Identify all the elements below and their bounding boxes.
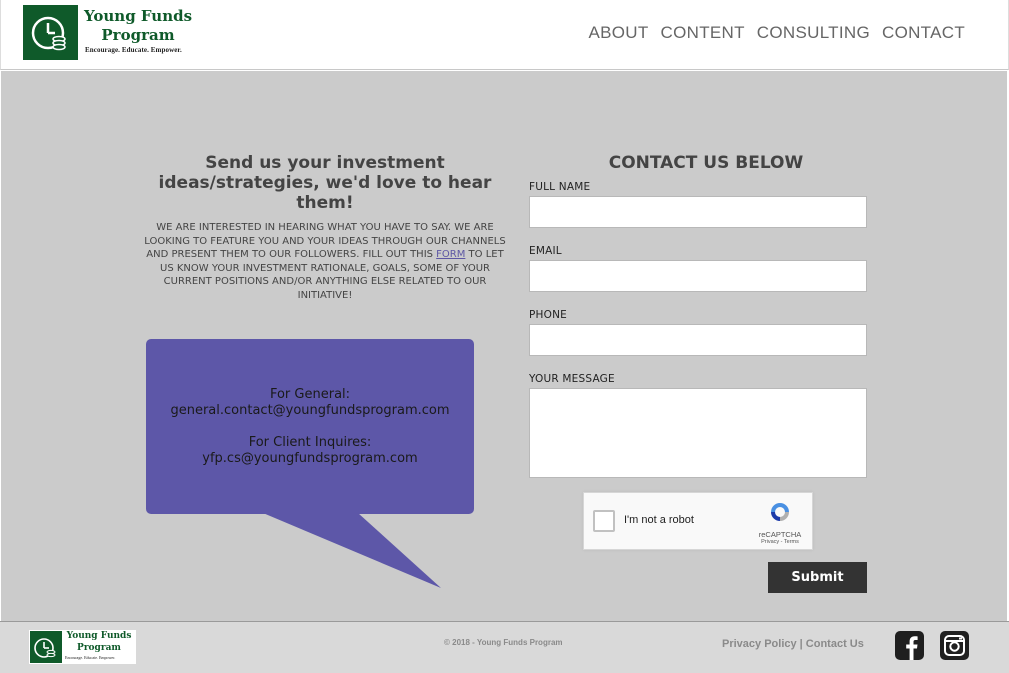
recaptcha-widget: I'm not a robot reCAPTCHA Privacy - Term…	[583, 492, 813, 550]
logo-clock-icon	[23, 5, 78, 60]
logo-title-line1: Young Funds	[83, 7, 193, 25]
recaptcha-label: I'm not a robot	[624, 514, 694, 526]
nav-consulting[interactable]: CONSULTING	[757, 23, 870, 43]
client-email[interactable]: yfp.cs@youngfundsprogram.com	[202, 451, 417, 467]
recaptcha-logo: reCAPTCHA Privacy - Terms	[758, 500, 802, 545]
nav-content[interactable]: CONTENT	[661, 23, 745, 43]
recaptcha-brand: reCAPTCHA	[758, 530, 802, 539]
phone-label: PHONE	[529, 309, 567, 321]
site-logo[interactable]: Young Funds Program Encourage. Educate. …	[23, 4, 193, 62]
contact-form: CONTACT US BELOW FULL NAME EMAIL PHONE Y…	[529, 153, 867, 495]
site-header: Young Funds Program Encourage. Educate. …	[0, 0, 1009, 70]
speech-bubble-tail	[263, 513, 441, 588]
phone-input[interactable]	[529, 324, 867, 356]
footer-links[interactable]: Privacy Policy | Contact Us	[722, 638, 864, 650]
footer-logo-title-line1: Young Funds	[66, 631, 132, 641]
form-title: CONTACT US BELOW	[608, 153, 804, 173]
footer-logo-title: Young Funds Program	[62, 631, 136, 654]
footer-logo-tagline: Encourage. Educate. Empower.	[65, 655, 116, 660]
ideas-body: We are interested in hearing what you ha…	[137, 221, 513, 303]
message-label: YOUR MESSAGE	[529, 373, 615, 385]
client-label: For Client Inquires:	[248, 434, 372, 450]
email-input[interactable]	[529, 260, 867, 292]
nav-contact[interactable]: CONTACT	[882, 23, 965, 43]
logo-title: Young Funds Program	[83, 7, 193, 45]
recaptcha-checkbox[interactable]	[593, 510, 615, 532]
instagram-icon[interactable]	[940, 631, 969, 660]
footer-logo-clock-icon	[30, 631, 62, 663]
main-nav: ABOUT CONTENT CONSULTING CONTACT	[588, 23, 965, 43]
footer-logo[interactable]: Young Funds Program Encourage. Educate. …	[29, 630, 136, 664]
full-name-label: FULL NAME	[529, 181, 591, 193]
message-textarea[interactable]	[529, 388, 867, 478]
contact-section: Send us your investment ideas/strategies…	[1, 71, 1007, 621]
general-label: For General:	[269, 386, 351, 402]
recaptcha-links[interactable]: Privacy - Terms	[758, 539, 802, 545]
nav-about[interactable]: ABOUT	[588, 23, 648, 43]
footer-logo-title-line2: Program	[77, 642, 121, 653]
email-label: EMAIL	[529, 245, 562, 257]
recaptcha-icon	[771, 503, 789, 521]
logo-title-line2: Program	[101, 26, 175, 44]
ideas-title: Send us your investment ideas/strategies…	[158, 153, 492, 213]
facebook-icon[interactable]	[895, 631, 924, 660]
speech-bubble: For General: general.contact@youngfundsp…	[146, 339, 474, 514]
submit-button[interactable]: Submit	[768, 562, 867, 593]
full-name-input[interactable]	[529, 196, 867, 228]
general-email[interactable]: general.contact@youngfundsprogram.com	[170, 403, 449, 419]
form-link[interactable]: form	[436, 249, 465, 260]
logo-tagline: Encourage. Educate. Empower.	[85, 46, 182, 54]
site-footer: Young Funds Program Encourage. Educate. …	[0, 621, 1009, 673]
ideas-column: Send us your investment ideas/strategies…	[137, 153, 513, 303]
copyright-text: © 2018 - Young Funds Program	[444, 638, 563, 647]
